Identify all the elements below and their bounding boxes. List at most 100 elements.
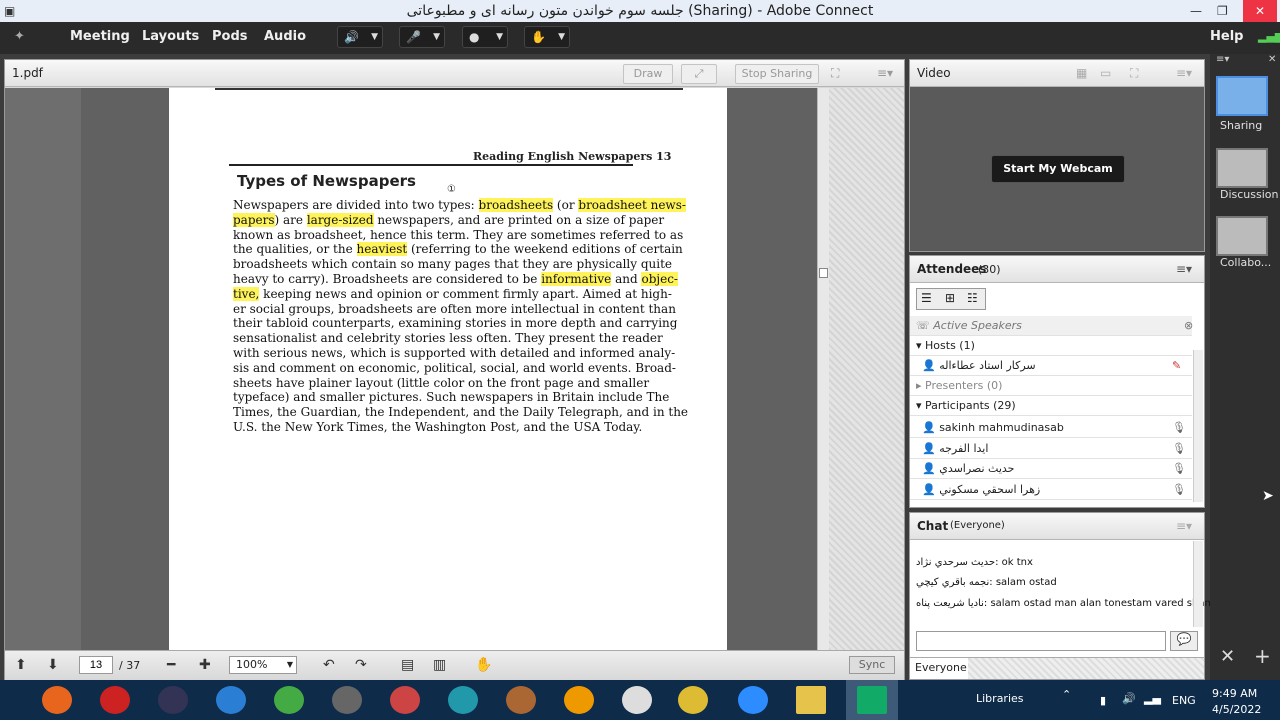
host-row[interactable]: 👤 سرکار استاد عطاءاله ✎ bbox=[910, 356, 1192, 376]
chat-scrollbar[interactable] bbox=[1193, 541, 1203, 627]
fullscreen-icon[interactable]: ⛶ bbox=[1130, 66, 1138, 81]
fullscreen-icon[interactable]: ⛶ bbox=[831, 66, 839, 81]
share-pod: 1.pdf Draw ⤢ Stop Sharing ⛶ ≡▾ Reading E… bbox=[4, 59, 905, 680]
text-segment: newspapers, and are printed on a size of… bbox=[373, 212, 665, 227]
layout-sharing[interactable] bbox=[1216, 76, 1268, 116]
rotate-right-icon[interactable]: ↷ bbox=[355, 657, 367, 673]
layouts-menu-icon[interactable]: ≡▾ bbox=[1216, 54, 1229, 65]
help-icon[interactable] bbox=[622, 686, 652, 714]
layout-collaboration[interactable] bbox=[1216, 216, 1268, 256]
scroll-thumb[interactable] bbox=[819, 268, 828, 278]
list-view-icon[interactable]: ☰ bbox=[921, 291, 932, 305]
tray-chevron-icon[interactable]: ⌃ bbox=[1062, 688, 1071, 701]
filmstrip-view-icon[interactable]: ▭ bbox=[1100, 66, 1111, 80]
language-indicator[interactable]: ENG bbox=[1172, 694, 1196, 707]
raise-hand-button[interactable]: ✋ ▼ bbox=[524, 26, 570, 48]
restore-icon[interactable]: ❐ bbox=[1217, 0, 1228, 22]
draw-button[interactable]: Draw bbox=[623, 64, 673, 84]
participant-row[interactable]: 👤 ایدا الفرجه 🎙 bbox=[910, 439, 1192, 459]
app-icon[interactable] bbox=[100, 686, 130, 714]
layout-discussion[interactable] bbox=[1216, 148, 1268, 188]
status-view-icon[interactable]: ☷ bbox=[967, 291, 978, 305]
file-explorer-icon[interactable] bbox=[796, 686, 826, 714]
page-down-icon[interactable]: ⬇ bbox=[47, 657, 59, 673]
hand-tool-icon[interactable]: ✋ bbox=[475, 657, 492, 673]
menu-help[interactable]: Help bbox=[1210, 22, 1243, 52]
breakout-view-icon[interactable]: ⊞ bbox=[945, 291, 955, 305]
pod-menu-icon[interactable]: ≡▾ bbox=[877, 66, 893, 80]
participant-row[interactable]: 👤 sakinh mahmudinasab 🎙 bbox=[910, 418, 1192, 438]
clock-date[interactable]: 4/5/2022 bbox=[1212, 703, 1261, 716]
media-icon[interactable] bbox=[158, 686, 188, 714]
microphone-button[interactable]: 🎤 ▼ bbox=[399, 26, 445, 48]
attendee-view-toggle[interactable]: ☰ ⊞ ☷ bbox=[916, 288, 986, 310]
chevron-down-icon: ▼ bbox=[286, 660, 293, 669]
internet-explorer-icon[interactable] bbox=[216, 686, 246, 714]
menu-audio[interactable]: Audio bbox=[264, 22, 306, 52]
sync-button[interactable]: Sync bbox=[849, 656, 895, 674]
chat-tabs: Everyone bbox=[910, 657, 1204, 679]
pod-menu-icon[interactable]: ≡▾ bbox=[1176, 519, 1192, 533]
app-icon[interactable] bbox=[506, 686, 536, 714]
speaker-button[interactable]: 🔊 ▼ bbox=[337, 26, 383, 48]
participants-group[interactable]: ▾ Participants (29) bbox=[910, 396, 1192, 416]
taskbar: Libraries ⌃ ▮ 🔊 ▂▄ ENG 9:49 AM 4/5/2022 bbox=[0, 680, 1280, 720]
close-icon[interactable]: ✕ bbox=[1243, 0, 1277, 22]
chat-input[interactable] bbox=[916, 631, 1166, 651]
menu-pods[interactable]: Pods bbox=[212, 22, 248, 52]
close-icon[interactable]: ✕ bbox=[1220, 646, 1235, 667]
app-icon[interactable] bbox=[564, 686, 594, 714]
chevron-down-icon: ▼ bbox=[433, 32, 440, 42]
pointer-button[interactable]: ⤢ bbox=[681, 64, 717, 84]
app-icon[interactable] bbox=[390, 686, 420, 714]
participant-row[interactable]: 👤 زهرا اسحقي مسكوني 🎙 bbox=[910, 480, 1192, 500]
fit-width-icon[interactable]: ▤ bbox=[401, 657, 414, 673]
chrome-icon[interactable] bbox=[678, 686, 708, 714]
music-player-icon[interactable] bbox=[274, 686, 304, 714]
chat-tab-everyone[interactable]: Everyone bbox=[910, 658, 968, 679]
participant-row[interactable]: 👤 حدیث نصراسدي 🎙 bbox=[910, 459, 1192, 479]
close-icon[interactable]: ✕ bbox=[1268, 54, 1276, 65]
video-pod-title: Video bbox=[917, 66, 951, 80]
volume-icon[interactable]: 🔊 bbox=[1122, 692, 1136, 705]
grid-view-icon[interactable]: ▦ bbox=[1076, 66, 1087, 80]
text-segment: (referring to the weekend editions of ce… bbox=[407, 242, 683, 257]
hosts-group[interactable]: ▾ Hosts (1) bbox=[910, 336, 1192, 356]
app-icon[interactable] bbox=[448, 686, 478, 714]
menu-meeting[interactable]: Meeting bbox=[70, 22, 130, 52]
start-webcam-button[interactable]: Start My Webcam bbox=[991, 155, 1125, 183]
text-line: typeface) and smaller pictures. Such new… bbox=[233, 390, 669, 404]
presenters-group[interactable]: ▸ Presenters (0) bbox=[910, 376, 1192, 396]
document-background bbox=[829, 88, 904, 650]
vertical-scrollbar[interactable] bbox=[817, 88, 829, 650]
zoom-in-icon[interactable]: ✚ bbox=[199, 657, 211, 673]
fit-page-icon[interactable]: ▥ bbox=[433, 657, 446, 673]
webcam-toolbar-button[interactable]: ● ▼ bbox=[462, 26, 508, 48]
zoom-app-icon[interactable] bbox=[738, 686, 768, 714]
adobe-connect-task[interactable] bbox=[846, 680, 898, 720]
clock-time[interactable]: 9:49 AM bbox=[1212, 687, 1257, 700]
close-icon[interactable]: ⊗ bbox=[1184, 316, 1193, 336]
participant-name: زهرا اسحقي مسكوني bbox=[939, 482, 1041, 496]
libraries-toolbar[interactable]: Libraries bbox=[976, 692, 1024, 705]
menu-layouts[interactable]: Layouts bbox=[142, 22, 199, 52]
attendees-title: Attendees bbox=[917, 262, 987, 276]
firefox-icon[interactable] bbox=[42, 686, 72, 714]
send-message-button[interactable]: 💬 bbox=[1170, 631, 1198, 651]
layout-sharing-label: Sharing bbox=[1220, 119, 1263, 132]
pod-menu-icon[interactable]: ≡▾ bbox=[1176, 66, 1192, 80]
chat-pod-header: Chat (Everyone) ≡▾ bbox=[910, 513, 1204, 540]
page-up-icon[interactable]: ⬆ bbox=[15, 657, 27, 673]
rotate-left-icon[interactable]: ↶ bbox=[323, 657, 335, 673]
stop-sharing-button[interactable]: Stop Sharing bbox=[735, 64, 819, 84]
wifi-icon[interactable]: ▂▄ bbox=[1144, 692, 1161, 705]
network-icon[interactable]: ▮ bbox=[1100, 694, 1106, 707]
zoom-out-icon[interactable]: ━ bbox=[167, 657, 175, 673]
attendee-scrollbar[interactable] bbox=[1193, 350, 1203, 502]
minimize-icon[interactable]: — bbox=[1190, 0, 1202, 22]
pod-menu-icon[interactable]: ≡▾ bbox=[1176, 262, 1192, 276]
add-layout-icon[interactable]: + bbox=[1254, 644, 1271, 668]
page-number-input[interactable] bbox=[79, 656, 113, 674]
zoom-select[interactable]: 100% ▼ bbox=[229, 656, 297, 674]
app-icon[interactable] bbox=[332, 686, 362, 714]
